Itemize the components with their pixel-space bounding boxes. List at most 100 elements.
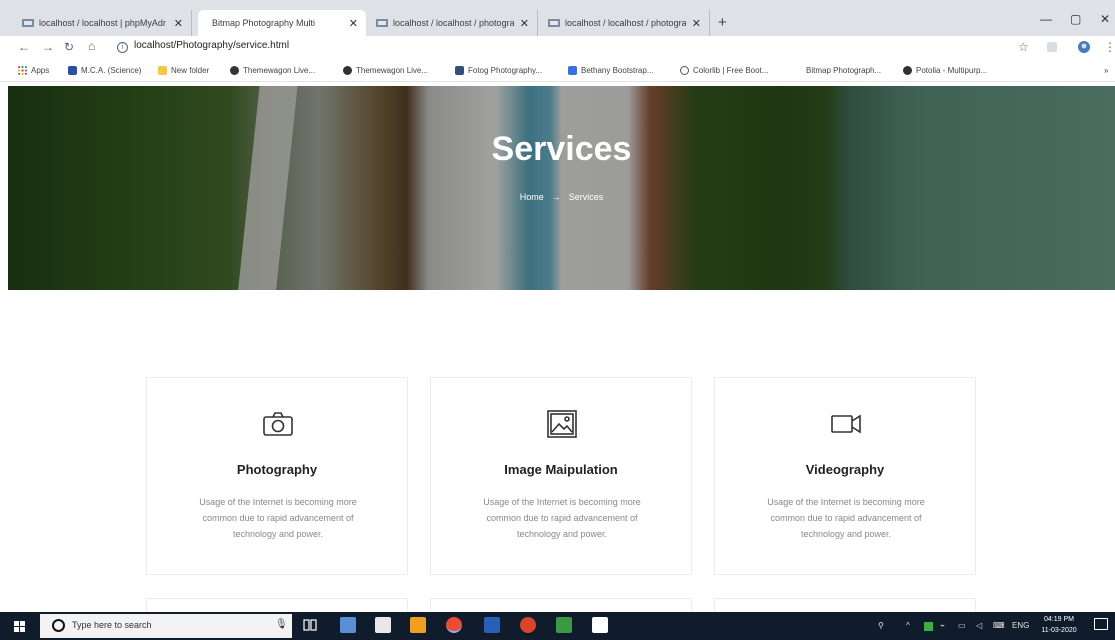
bookmark-label: Bethany Bootstrap... bbox=[581, 66, 654, 75]
media-player-icon[interactable] bbox=[520, 617, 536, 633]
globe-icon bbox=[903, 66, 912, 75]
hero-banner: Services Home → Services bbox=[8, 86, 1115, 290]
battery-icon[interactable]: ▭ bbox=[958, 621, 966, 630]
bookmark-fotog[interactable]: Fotog Photography... bbox=[455, 66, 542, 75]
language-indicator[interactable]: ENG bbox=[1012, 621, 1029, 630]
notification-icon[interactable] bbox=[1094, 618, 1108, 630]
bookmarks-overflow-icon[interactable]: » bbox=[1104, 66, 1108, 75]
bookmark-bethany[interactable]: Bethany Bootstrap... bbox=[568, 66, 654, 75]
bookmark-label: New folder bbox=[171, 66, 210, 75]
bookmark-star-icon[interactable]: ☆ bbox=[1018, 40, 1029, 54]
volume-icon[interactable]: ◁ bbox=[976, 621, 982, 630]
tab-label: localhost / localhost / photogra bbox=[393, 18, 514, 28]
bookmark-apps[interactable]: Apps bbox=[18, 66, 49, 75]
store-icon[interactable] bbox=[375, 617, 391, 633]
bookmark-label: Bitmap Photograph... bbox=[806, 66, 882, 75]
video-camera-icon bbox=[831, 414, 861, 434]
bootstrap-favicon-icon bbox=[568, 66, 577, 75]
show-hidden-icons-icon[interactable]: ^ bbox=[906, 621, 910, 630]
bookmark-colorlib[interactable]: Colorlib | Free Boot... bbox=[680, 66, 768, 75]
hero-overlay bbox=[8, 86, 1115, 290]
taskbar-clock[interactable]: 04:19 PM 11-03-2020 bbox=[1036, 614, 1082, 636]
back-arrow-icon[interactable]: ← bbox=[18, 40, 30, 54]
tab-bitmap-photography[interactable]: Bitmap Photography Multi ✕ bbox=[198, 10, 366, 36]
service-title: Photography bbox=[236, 462, 318, 477]
photos-icon[interactable] bbox=[592, 617, 608, 633]
microphone-icon[interactable]: 🎙 bbox=[275, 619, 288, 630]
bookmark-label: M.C.A. (Science) bbox=[81, 66, 142, 75]
localhost-favicon-icon bbox=[548, 19, 560, 27]
service-card-image-manipulation[interactable]: Image Maipulation Usage of the Internet … bbox=[430, 377, 692, 575]
people-icon[interactable]: ⚲ bbox=[878, 621, 884, 630]
minimize-icon[interactable]: — bbox=[1040, 12, 1052, 26]
keyboard-icon[interactable]: ⌨ bbox=[993, 621, 1005, 630]
windows-start-icon[interactable] bbox=[14, 621, 25, 632]
close-tab-icon[interactable]: ✕ bbox=[692, 17, 701, 30]
w3-favicon-icon bbox=[68, 66, 77, 75]
clock-time: 04:19 PM bbox=[1044, 616, 1074, 623]
bookmark-label: Fotog Photography... bbox=[468, 66, 543, 75]
network-icon[interactable]: ⌁ bbox=[940, 621, 945, 630]
service-card-photography[interactable]: Photography Usage of the Internet is bec… bbox=[146, 377, 408, 575]
home-icon[interactable]: ⌂ bbox=[88, 39, 95, 53]
service-title: Image Maipulation bbox=[504, 462, 618, 477]
tab-label: Bitmap Photography Multi bbox=[212, 18, 316, 28]
chrome-icon[interactable] bbox=[446, 617, 462, 633]
bookmark-mca-science[interactable]: M.C.A. (Science) bbox=[68, 66, 141, 75]
tab-photography-db[interactable]: localhost / localhost / photogra ✕ bbox=[368, 10, 538, 36]
tab-label: localhost / localhost / photogra bbox=[565, 18, 686, 28]
browser-menu-icon[interactable]: ⋮ bbox=[1104, 40, 1115, 54]
breadcrumb-arrow-icon: → bbox=[551, 192, 561, 202]
page-title: Services bbox=[491, 130, 632, 168]
taskbar-search-placeholder[interactable]: Type here to search bbox=[72, 620, 152, 630]
notepad-icon[interactable] bbox=[556, 617, 572, 633]
site-info-icon[interactable]: i bbox=[117, 42, 128, 53]
taskbar-app-icon[interactable] bbox=[410, 617, 426, 633]
maximize-icon[interactable]: ▢ bbox=[1070, 12, 1081, 26]
folder-icon bbox=[158, 66, 167, 75]
file-explorer-icon[interactable] bbox=[340, 617, 356, 633]
reload-icon[interactable]: ↻ bbox=[64, 40, 74, 54]
extension-icon[interactable] bbox=[1046, 41, 1058, 53]
new-tab-button[interactable]: + bbox=[718, 14, 727, 31]
fotog-favicon-icon bbox=[455, 66, 464, 75]
forward-arrow-icon[interactable]: → bbox=[42, 40, 54, 54]
screen: localhost / localhost | phpMyAdr ✕ Bitma… bbox=[0, 0, 1115, 640]
localhost-favicon-icon bbox=[22, 19, 34, 27]
close-tab-icon[interactable]: ✕ bbox=[520, 17, 529, 30]
word-icon[interactable] bbox=[484, 617, 500, 633]
tab-photography-db-2[interactable]: localhost / localhost / photogra ✕ bbox=[540, 10, 710, 36]
service-card-videography[interactable]: Videography Usage of the Internet is bec… bbox=[714, 377, 976, 575]
breadcrumb-home-link[interactable]: Home bbox=[520, 192, 544, 202]
service-description: Usage of the Internet is becoming more c… bbox=[199, 497, 357, 539]
bookmark-label: Colorlib | Free Boot... bbox=[693, 66, 769, 75]
tab-phpmyadmin[interactable]: localhost / localhost | phpMyAdr ✕ bbox=[14, 10, 192, 36]
task-view-icon[interactable] bbox=[302, 617, 318, 633]
bookmark-label: Themewagon Live... bbox=[243, 66, 316, 75]
service-description: Usage of the Internet is becoming more c… bbox=[767, 497, 925, 539]
tab-label: localhost / localhost | phpMyAdr bbox=[39, 18, 166, 28]
close-tab-icon[interactable]: ✕ bbox=[174, 17, 183, 30]
close-window-icon[interactable]: ✕ bbox=[1100, 12, 1110, 26]
close-tab-icon[interactable]: ✕ bbox=[349, 17, 358, 30]
breadcrumb: Home → Services bbox=[8, 192, 1115, 202]
address-bar[interactable]: localhost/Photography/service.html bbox=[134, 40, 289, 51]
bookmark-potolia[interactable]: Potolia - Multipurp... bbox=[903, 66, 987, 75]
globe-icon bbox=[343, 66, 352, 75]
bookmark-label: Themewagon Live... bbox=[356, 66, 429, 75]
profile-avatar-icon[interactable] bbox=[1078, 41, 1090, 53]
bookmark-themewagon-2[interactable]: Themewagon Live... bbox=[343, 66, 428, 75]
camera-icon bbox=[263, 412, 293, 436]
globe-icon bbox=[230, 66, 239, 75]
colorlib-favicon-icon bbox=[680, 66, 689, 75]
search-icon bbox=[52, 619, 65, 632]
breadcrumb-current: Services bbox=[568, 192, 604, 202]
tray-app-icon[interactable] bbox=[924, 622, 933, 631]
bookmark-label: Potolia - Multipurp... bbox=[916, 66, 988, 75]
bookmark-themewagon-1[interactable]: Themewagon Live... bbox=[230, 66, 315, 75]
bookmark-bitmap[interactable]: Bitmap Photograph... bbox=[806, 66, 881, 75]
service-title: Videography bbox=[805, 462, 885, 477]
bookmark-new-folder[interactable]: New folder bbox=[158, 66, 209, 75]
bookmark-label: Apps bbox=[31, 66, 50, 75]
localhost-favicon-icon bbox=[376, 19, 388, 27]
